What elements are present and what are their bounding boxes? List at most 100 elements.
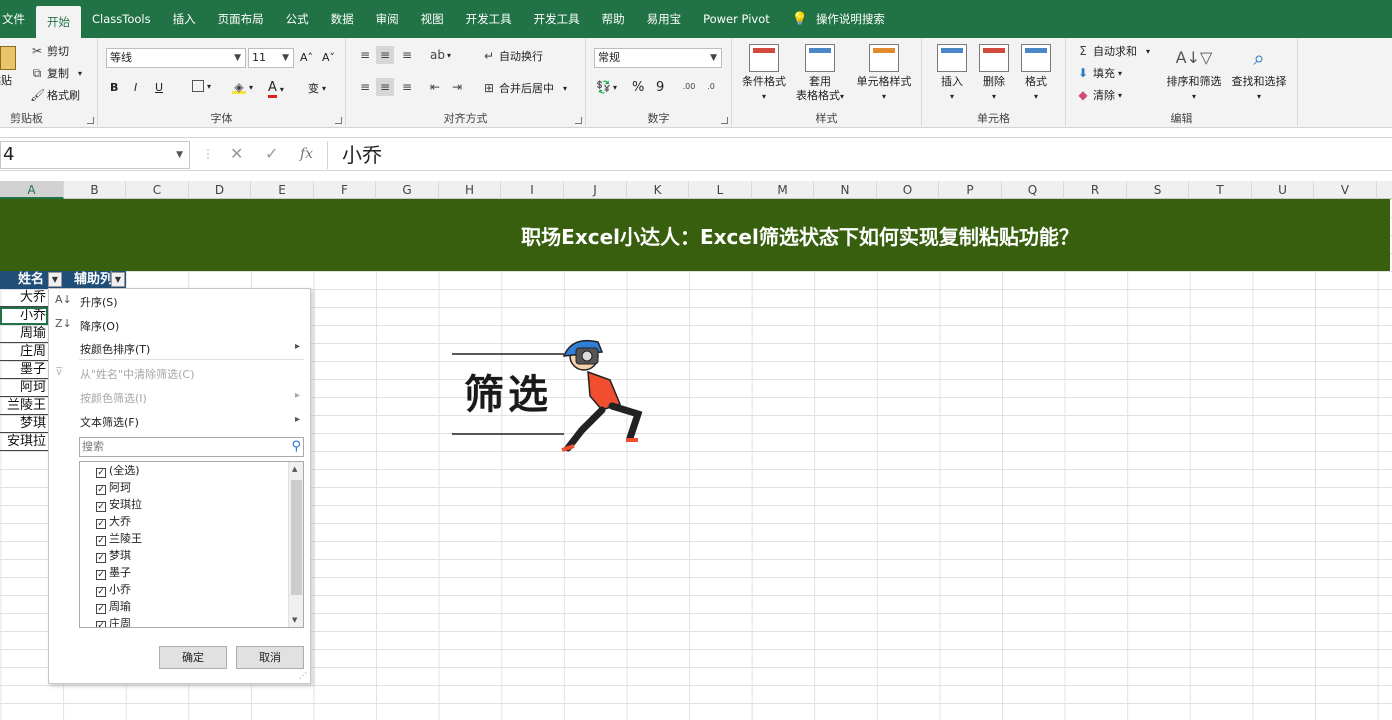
filter-item[interactable]: ✓ 兰陵王 — [96, 530, 142, 547]
number-launcher-icon[interactable] — [721, 117, 728, 124]
column-header-f[interactable]: F — [314, 181, 376, 199]
filter-item[interactable]: ✓ 安琪拉 — [96, 496, 142, 513]
grow-font-button[interactable]: A˄ — [300, 51, 313, 64]
ok-button[interactable]: 确定 — [159, 646, 227, 669]
accounting-format-button[interactable]: 💱 ▾ — [596, 80, 617, 94]
column-header-u[interactable]: U — [1252, 181, 1314, 199]
tab-page-layout[interactable]: 页面布局 — [207, 0, 275, 38]
checkbox-checked-icon[interactable]: ✓ — [96, 468, 106, 478]
checkbox-checked-icon[interactable]: ✓ — [96, 536, 106, 546]
increase-decimal-button[interactable]: .00 — [682, 80, 696, 94]
filter-item-select-all[interactable]: ✓ (全选) — [96, 462, 140, 479]
checkbox-checked-icon[interactable]: ✓ — [96, 604, 106, 614]
wrap-text-button[interactable]: ↵ 自动换行 — [482, 48, 543, 64]
column-header-c[interactable]: C — [126, 181, 189, 199]
cancel-button[interactable]: 取消 — [236, 646, 304, 669]
table-cell-name[interactable]: 墨子 — [0, 361, 48, 379]
align-left-button[interactable]: ≡ — [358, 80, 372, 94]
tab-insert[interactable]: 插入 — [162, 0, 207, 38]
resize-grip-icon[interactable]: ⋰ — [299, 671, 307, 680]
font-color-button[interactable]: A ▾ — [268, 80, 284, 98]
underline-button[interactable]: U — [155, 81, 163, 94]
alignment-launcher-icon[interactable] — [575, 117, 582, 124]
fill-button[interactable]: ⬇ 填充 ▾ — [1076, 65, 1122, 81]
percent-button[interactable]: % — [632, 80, 644, 95]
column-header-j[interactable]: J — [564, 181, 627, 199]
format-cells-button[interactable]: 格式 ▾ — [1016, 44, 1056, 104]
comma-button[interactable]: 9 — [656, 80, 664, 95]
tab-data[interactable]: 数据 — [320, 0, 365, 38]
menu-sort-by-color[interactable]: 按颜色排序(T) — [80, 341, 150, 357]
formula-input[interactable]: 小乔 — [327, 141, 1392, 169]
border-button[interactable]: ▾ — [192, 80, 211, 92]
clear-button[interactable]: ◆ 清除 ▾ — [1076, 87, 1122, 103]
tab-formulas[interactable]: 公式 — [275, 0, 320, 38]
align-top-button[interactable]: ≡ — [358, 48, 372, 62]
table-cell-name[interactable]: 周瑜 — [0, 325, 48, 343]
phonetic-button[interactable]: 变 ▾ — [308, 80, 326, 96]
filter-search-input[interactable]: 搜索 ⚲ — [79, 437, 304, 457]
filter-dropdown-name-button[interactable]: ▼ — [48, 272, 62, 287]
font-name-select[interactable]: 等线 ▼ — [106, 48, 246, 68]
clipboard-launcher-icon[interactable] — [87, 117, 94, 124]
checkbox-checked-icon[interactable]: ✓ — [96, 519, 106, 529]
align-middle-button[interactable]: ≡ — [376, 46, 394, 64]
column-header-h[interactable]: H — [439, 181, 501, 199]
fill-color-button[interactable]: ◈ ▾ — [232, 80, 253, 94]
table-cell-name[interactable]: 梦琪 — [0, 415, 48, 433]
sort-filter-button[interactable]: A↓▽ 排序和筛选 ▾ — [1164, 44, 1224, 104]
insert-function-button[interactable]: fx — [300, 146, 313, 162]
table-cell-name[interactable]: 安琪拉 — [0, 433, 48, 451]
align-bottom-button[interactable]: ≡ — [400, 48, 414, 62]
checkbox-checked-icon[interactable]: ✓ — [96, 485, 106, 495]
name-box[interactable]: 4 ▼ — [0, 141, 190, 169]
column-header-r[interactable]: R — [1064, 181, 1127, 199]
font-size-select[interactable]: 11 ▼ — [248, 48, 294, 68]
filter-item[interactable]: ✓ 大乔 — [96, 513, 131, 530]
checkbox-checked-icon[interactable]: ✓ — [96, 553, 106, 563]
align-center-button[interactable]: ≡ — [376, 78, 394, 96]
paste-button[interactable]: 粘贴 — [0, 46, 16, 88]
font-launcher-icon[interactable] — [335, 117, 342, 124]
scrollbar-thumb[interactable] — [291, 480, 302, 595]
filter-item[interactable]: ✓ 周瑜 — [96, 598, 131, 615]
table-cell-name[interactable]: 大乔 — [0, 289, 48, 307]
filter-item[interactable]: ✓ 庄周 — [96, 615, 131, 627]
find-select-button[interactable]: ⌕ 查找和选择 ▾ — [1228, 44, 1290, 104]
column-header-i[interactable]: I — [501, 181, 564, 199]
tab-power-pivot[interactable]: Power Pivot — [692, 0, 781, 38]
format-as-table-button[interactable]: 套用 表格格式▾ — [790, 44, 850, 104]
tell-me-search[interactable]: 💡 操作说明搜索 — [781, 0, 896, 38]
copy-button[interactable]: ⧉ 复制 ▾ — [30, 65, 82, 81]
table-cell-name[interactable]: 阿珂 — [0, 379, 48, 397]
column-header-d[interactable]: D — [189, 181, 251, 199]
formula-bar-grip-icon[interactable]: ⋮ — [202, 147, 214, 161]
column-header-s[interactable]: S — [1127, 181, 1189, 199]
column-header-v[interactable]: V — [1314, 181, 1377, 199]
search-icon[interactable]: ⚲ — [291, 438, 301, 456]
table-cell-name-selected[interactable]: 小乔 — [0, 307, 48, 325]
number-format-select[interactable]: 常规 ▼ — [594, 48, 722, 68]
conditional-formatting-button[interactable]: 条件格式 ▾ — [738, 44, 790, 104]
column-header-m[interactable]: M — [752, 181, 814, 199]
shrink-font-button[interactable]: A˅ — [322, 51, 335, 64]
increase-indent-button[interactable]: ⇥ — [450, 80, 464, 94]
merge-center-button[interactable]: ⊞ 合并后居中 ▾ — [482, 80, 567, 96]
insert-cells-button[interactable]: 插入 ▾ — [932, 44, 972, 104]
tab-view[interactable]: 视图 — [410, 0, 455, 38]
checkbox-checked-icon[interactable]: ✓ — [96, 502, 106, 512]
bold-button[interactable]: B — [110, 81, 118, 94]
menu-text-filters[interactable]: 文本筛选(F) — [80, 414, 139, 430]
filter-item[interactable]: ✓ 小乔 — [96, 581, 131, 598]
tab-developer-2[interactable]: 开发工具 — [523, 0, 591, 38]
cut-button[interactable]: ✂ 剪切 — [30, 43, 69, 59]
column-header-l[interactable]: L — [689, 181, 752, 199]
italic-button[interactable]: I — [134, 81, 137, 94]
filter-item[interactable]: ✓ 梦琪 — [96, 547, 131, 564]
table-cell-name[interactable]: 庄周 — [0, 343, 48, 361]
filter-item[interactable]: ✓ 阿珂 — [96, 479, 131, 496]
column-header-k[interactable]: K — [627, 181, 689, 199]
autosum-button[interactable]: Σ 自动求和 ▾ — [1076, 43, 1150, 59]
column-header-e[interactable]: E — [251, 181, 314, 199]
delete-cells-button[interactable]: 删除 ▾ — [974, 44, 1014, 104]
